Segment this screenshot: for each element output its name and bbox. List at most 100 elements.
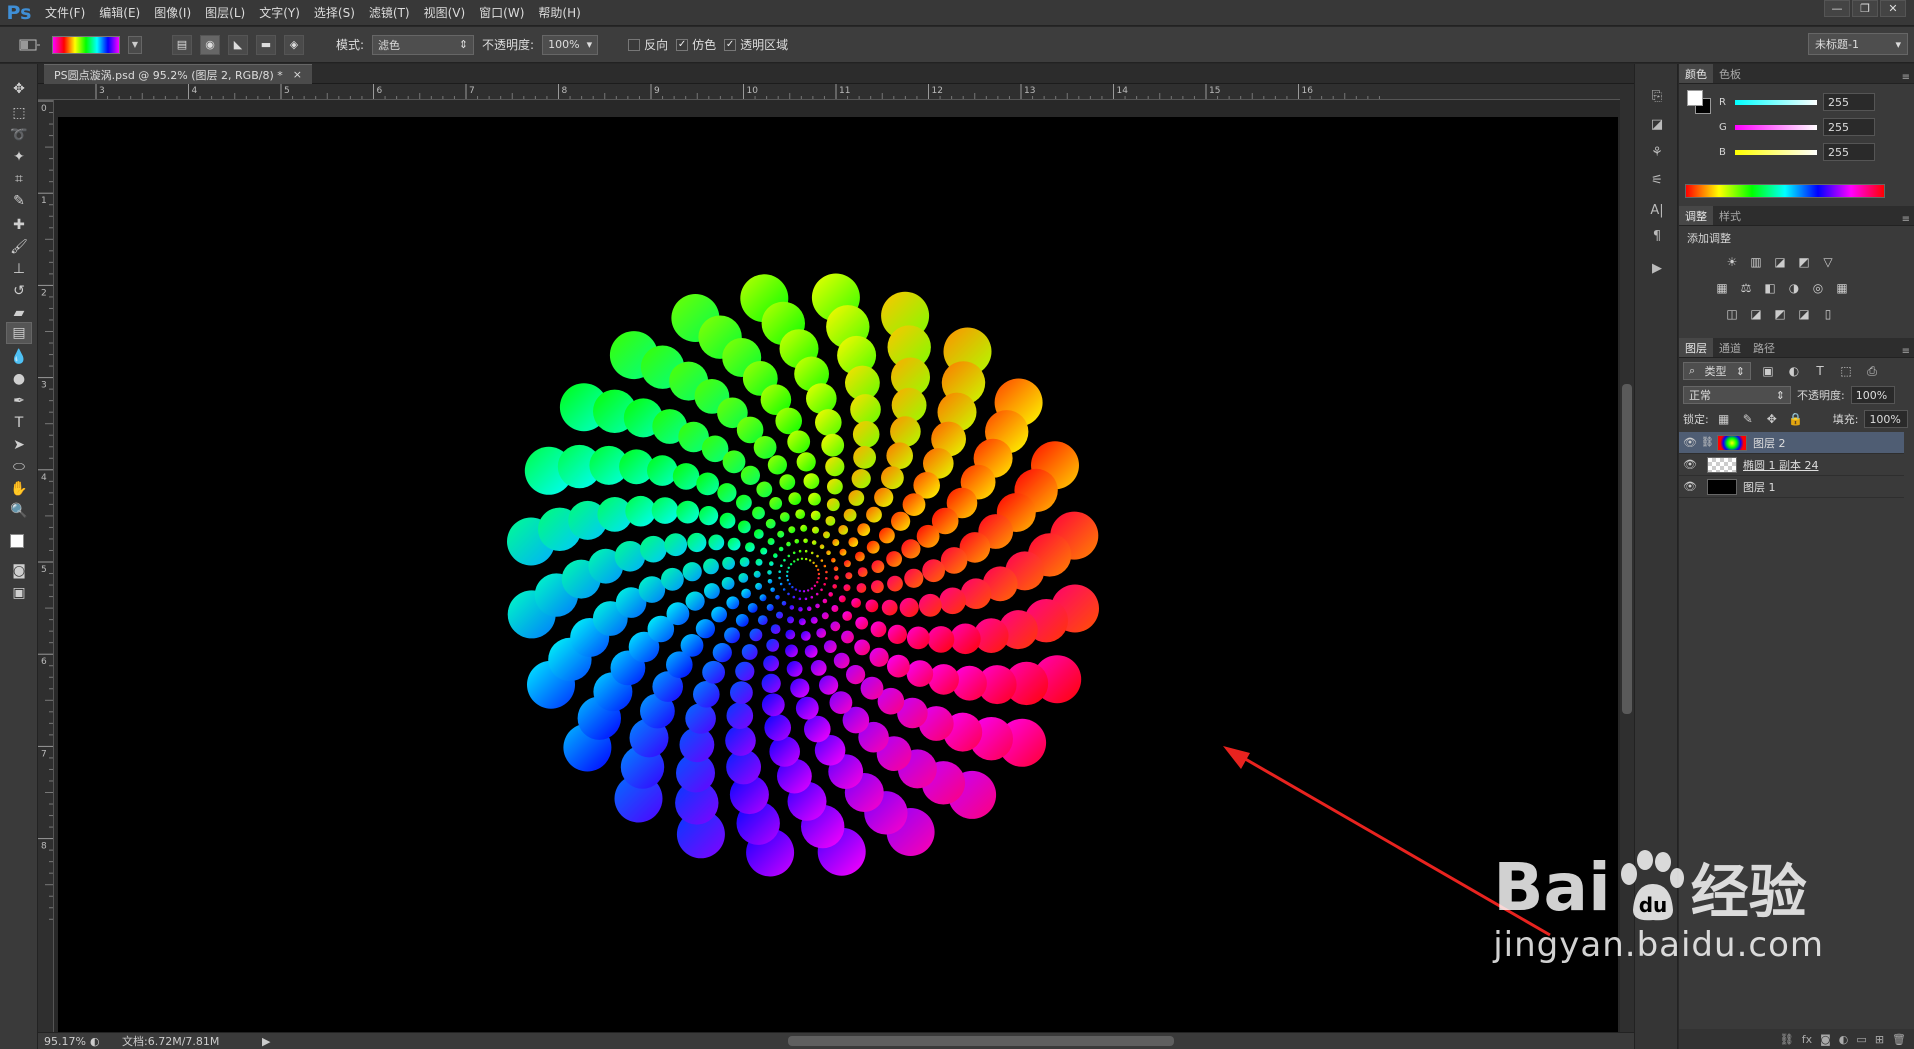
delete-layer-icon[interactable]: 🗑 xyxy=(1892,1033,1906,1046)
eyedropper-tool-icon[interactable]: ✎ xyxy=(6,190,32,212)
tab-adjustments[interactable]: 调整 xyxy=(1679,206,1713,225)
posterize-icon[interactable]: ◪ xyxy=(1747,306,1765,322)
tab-channels[interactable]: 通道 xyxy=(1713,338,1747,357)
green-value[interactable]: 255 xyxy=(1823,118,1875,136)
vertical-scroll-thumb[interactable] xyxy=(1622,384,1632,714)
screen-mode-icon[interactable]: ▣ xyxy=(6,582,32,604)
move-tool-icon[interactable]: ✥ xyxy=(6,78,32,100)
panel-menu-icon[interactable]: ≡ xyxy=(1902,214,1910,225)
hue-saturation-icon[interactable]: ▦ xyxy=(1713,280,1731,296)
dodge-tool-icon[interactable]: ● xyxy=(6,368,32,390)
fill-value[interactable]: 100% xyxy=(1864,410,1909,428)
hand-tool-icon[interactable]: ✋ xyxy=(6,478,32,500)
zoom-tool-icon[interactable]: 🔍 xyxy=(6,500,32,522)
linear-gradient-icon[interactable]: ▤ xyxy=(172,34,192,55)
eraser-tool-icon[interactable]: ▰ xyxy=(6,302,32,324)
layer-row[interactable]: 👁 ⛓ 图层 2 xyxy=(1679,432,1904,454)
green-slider[interactable] xyxy=(1735,124,1817,130)
tab-swatches[interactable]: 色板 xyxy=(1713,64,1747,83)
color-balance-icon[interactable]: ⚖ xyxy=(1737,280,1755,296)
menu-layer[interactable]: 图层(L) xyxy=(198,0,252,26)
mode-select[interactable]: 滤色 ⇕ xyxy=(372,34,475,55)
fx-icon[interactable]: fx xyxy=(1802,1033,1812,1046)
gradient-map-icon[interactable]: ▯ xyxy=(1819,306,1837,322)
tab-styles[interactable]: 样式 xyxy=(1713,206,1747,225)
new-layer-icon[interactable]: ⊞ xyxy=(1875,1033,1884,1046)
canvas-area[interactable] xyxy=(55,100,1620,1032)
color-lookup-icon[interactable]: ▦ xyxy=(1833,280,1851,296)
reverse-checkbox[interactable]: 反向 xyxy=(628,36,668,53)
menu-image[interactable]: 图像(I) xyxy=(147,0,198,26)
layer-filter-select[interactable]: ⌕ 类型 ⇕ xyxy=(1683,362,1751,380)
angle-gradient-icon[interactable]: ◣ xyxy=(228,34,248,55)
horizontal-scroll-thumb[interactable] xyxy=(788,1036,1174,1046)
close-button[interactable]: ✕ xyxy=(1880,0,1906,17)
eye-icon[interactable]: 👁 xyxy=(1679,458,1701,471)
levels-icon[interactable]: ▥ xyxy=(1747,254,1765,270)
lock-all-icon[interactable]: 🔒 xyxy=(1787,411,1805,427)
new-group-icon[interactable]: ▭ xyxy=(1856,1033,1866,1046)
menu-help[interactable]: 帮助(H) xyxy=(531,0,587,26)
filter-pixel-icon[interactable]: ▣ xyxy=(1759,363,1777,379)
history-brush-tool-icon[interactable]: ↺ xyxy=(6,280,32,302)
photo-filter-icon[interactable]: ◑ xyxy=(1785,280,1803,296)
foreground-color-swatch[interactable] xyxy=(10,534,24,548)
channel-mixer-icon[interactable]: ◎ xyxy=(1809,280,1827,296)
properties-panel-icon[interactable]: ◪ xyxy=(1642,112,1672,136)
magic-wand-tool-icon[interactable]: ✦ xyxy=(6,146,32,168)
actions-play-icon[interactable]: ▶ xyxy=(1642,256,1672,280)
status-arrow-icon[interactable]: ▶ xyxy=(262,1035,282,1048)
blue-slider[interactable] xyxy=(1735,149,1817,155)
add-mask-icon[interactable]: ◙ xyxy=(1820,1033,1831,1046)
invert-icon[interactable]: ◫ xyxy=(1723,306,1741,322)
filter-adjustment-icon[interactable]: ◐ xyxy=(1785,363,1803,379)
ellipse-tool-icon[interactable]: ⬭ xyxy=(6,456,32,478)
lock-transparent-icon[interactable]: ▦ xyxy=(1715,411,1733,427)
layer-opacity-value[interactable]: 100% xyxy=(1850,386,1895,404)
eye-icon[interactable]: 👁 xyxy=(1679,480,1701,493)
menu-view[interactable]: 视图(V) xyxy=(417,0,473,26)
workspace-select[interactable]: 未标题-1 ▾ xyxy=(1808,33,1908,55)
eye-icon[interactable]: 👁 xyxy=(1679,436,1701,449)
panel-menu-icon[interactable]: ≡ xyxy=(1902,346,1910,357)
curves-icon[interactable]: ◪ xyxy=(1771,254,1789,270)
menu-filter[interactable]: 滤镜(T) xyxy=(362,0,417,26)
blend-mode-select[interactable]: 正常 ⇕ xyxy=(1683,386,1791,404)
layer-row[interactable]: 👁 椭圆 1 副本 24 xyxy=(1679,454,1904,476)
close-icon[interactable]: × xyxy=(293,68,302,81)
restore-button[interactable]: ❐ xyxy=(1852,0,1878,17)
lock-pixels-icon[interactable]: ✎ xyxy=(1739,411,1757,427)
brush-tool-icon[interactable]: 🖌 xyxy=(6,236,32,258)
brightness-icon[interactable]: ☀ xyxy=(1723,254,1741,270)
character-panel-icon[interactable]: A| xyxy=(1642,198,1672,222)
menu-window[interactable]: 窗口(W) xyxy=(472,0,531,26)
document-canvas[interactable] xyxy=(58,117,1618,1032)
diamond-gradient-icon[interactable]: ◈ xyxy=(284,34,304,55)
red-slider[interactable] xyxy=(1735,99,1817,105)
lasso-tool-icon[interactable]: ➰ xyxy=(6,124,32,146)
menu-file[interactable]: 文件(F) xyxy=(38,0,92,26)
blur-tool-icon[interactable]: 💧 xyxy=(6,346,32,368)
zoom-readout[interactable]: 95.17% xyxy=(38,1035,86,1048)
new-adjustment-icon[interactable]: ◐ xyxy=(1839,1033,1849,1046)
tab-color[interactable]: 颜色 xyxy=(1679,64,1713,83)
tab-layers[interactable]: 图层 xyxy=(1679,338,1713,357)
gradient-tool-preset-icon[interactable] xyxy=(14,33,44,57)
threshold-icon[interactable]: ◩ xyxy=(1771,306,1789,322)
gradient-tool-icon[interactable]: ▤ xyxy=(6,322,32,344)
filter-shape-icon[interactable]: ⬚ xyxy=(1837,363,1855,379)
lock-position-icon[interactable]: ✥ xyxy=(1763,411,1781,427)
layer-name[interactable]: 椭圆 1 副本 24 xyxy=(1743,457,1819,473)
radial-gradient-icon[interactable]: ◉ xyxy=(200,34,220,55)
brush-presets-icon[interactable]: ⚟ xyxy=(1642,168,1672,192)
menu-select[interactable]: 选择(S) xyxy=(307,0,362,26)
filter-smart-icon[interactable]: ⎙ xyxy=(1863,363,1881,379)
red-value[interactable]: 255 xyxy=(1823,93,1875,111)
opacity-input[interactable]: 100% ▾ xyxy=(542,34,599,55)
document-tab[interactable]: PS圆点漩涡.psd @ 95.2% (图层 2, RGB/8) * × xyxy=(44,64,312,84)
dither-checkbox[interactable]: ✓ 仿色 xyxy=(676,36,716,53)
exposure-icon[interactable]: ◩ xyxy=(1795,254,1813,270)
selective-color-icon[interactable]: ◪ xyxy=(1795,306,1813,322)
healing-brush-tool-icon[interactable]: ✚ xyxy=(6,214,32,236)
black-white-icon[interactable]: ◧ xyxy=(1761,280,1779,296)
